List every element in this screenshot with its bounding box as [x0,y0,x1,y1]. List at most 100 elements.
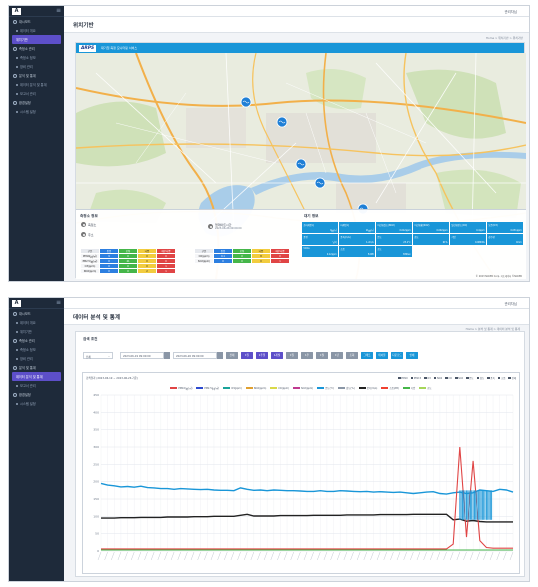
x-tick-label [330,551,334,561]
y-tick-label: 0 [97,549,99,553]
x-tick-label [443,551,447,561]
location-pin-icon [208,224,213,229]
air-info-tile[interactable]: 오존(O3) 0.031ppm [487,222,523,233]
sidebar-item[interactable]: 위치기반 [12,35,61,44]
air-info-tile[interactable]: 풍향 남서 [302,234,338,245]
station-select[interactable]: 전체 ⌄ [83,352,113,359]
sidebar-item[interactable]: 데이터 개요 [9,318,64,327]
tile-label: 일산화탄소(CO) [451,224,468,227]
x-tick-label [297,551,301,561]
user-name[interactable]: 관리자님 [505,9,517,14]
x-tick-label [190,551,195,561]
period-button[interactable]: 그래프 [361,352,373,359]
search-controls: 전체 ⌄ 2023-06-19 09:00:00 2023-06-26 09:0… [83,352,523,359]
air-info-tile[interactable]: 조도 830lux [376,246,412,257]
menu-circle-icon [13,19,17,24]
tile-value: 0.4ppm [476,229,485,233]
sidebar-item[interactable]: 환경설정 [9,390,64,399]
sidebar-item-label: 데이터 개요 [20,29,36,33]
sidebar-item-label: 시스템 설정 [20,110,36,114]
date-to-input[interactable]: 2023-06-26 09:00:00 [173,352,217,359]
sidebar-item[interactable]: 대시보드 [9,309,64,318]
period-button[interactable]: 1일 [241,352,253,359]
sidebar-item[interactable]: 장비 관리 [9,354,64,363]
x-tick-label [496,551,500,561]
sidebar-item[interactable]: 데이터 개요 [9,26,64,35]
sidebar-item[interactable]: 측정소 정보 [9,345,64,354]
sidebar-item[interactable]: 장비 관리 [9,62,64,71]
sidebar-item[interactable]: 시스템 설정 [9,107,64,116]
analysis-card: Home > 분석 및 통계 > 데이터 분석 및 통계 검색 조건 전체 ⌄ … [75,327,525,577]
air-info-title: 대기 정보 [304,214,319,218]
calendar-icon[interactable] [164,352,170,359]
tile-label: 초미세먼지 [303,224,314,227]
air-info-tile[interactable]: 풍속(m/s) 1.2m/s [339,234,375,245]
x-tick-label [151,551,155,561]
sidebar-item[interactable]: 데이터 분석 및 통계 [12,372,61,381]
sidebar-item[interactable]: 시스템 설정 [9,399,64,408]
period-button[interactable]: 전체 [226,352,238,359]
air-info-tile[interactable]: 소음 52dB [339,246,375,257]
app-logo[interactable]: A [12,7,21,15]
app-logo[interactable]: A [12,299,21,307]
x-tick-label [376,551,381,561]
sidebar-item[interactable]: 위치기반 [9,327,64,336]
x-tick-label [410,551,414,561]
air-info-tile[interactable]: 일산화탄소(CO) 0.4ppm [450,222,486,233]
sidebar-item[interactable]: 데이터 분석 및 통계 [9,80,64,89]
user-name[interactable]: 관리자님 [505,301,517,306]
sidebar-item-label: 데이터 분석 및 통계 [20,83,47,87]
sidebar-header: A ≡ [9,6,64,17]
period-button[interactable]: 1주 [301,352,313,359]
air-info-tile[interactable]: 습도 61% [413,234,449,245]
x-tick-label [250,551,254,561]
chevron-down-icon: ⌄ [107,354,110,358]
air-info-tile[interactable]: 미세먼지 11㎍/㎥ [339,222,375,233]
period-button[interactable]: 1주일 [256,352,268,359]
tile-value: 61% [442,241,448,245]
tile-value: 52dB [367,253,374,257]
air-info-tile[interactable]: 이산화질소(NO2) 0.012ppm [376,222,412,233]
sidebar-item[interactable]: 측정소 관리 [9,44,64,53]
sidebar-item[interactable]: 측정소 정보 [9,53,64,62]
period-button[interactable]: 1년 [331,352,343,359]
air-info-tile[interactable]: 초미세먼지 9㎍/㎥ [302,222,338,233]
tile-value: 남서 [332,241,337,245]
address-row[interactable]: 주소 [81,232,94,237]
date-from-input[interactable]: 2023-06-19 09:00:00 [120,352,164,359]
sidebar-item[interactable]: 분석 및 통계 [9,71,64,80]
air-info-tile[interactable]: 강수량 0mm [487,234,523,245]
tile-value: 0.12ppm [326,253,337,257]
air-info-tile[interactable]: 온도 23.1℃ [376,234,412,245]
x-tick-label [396,551,401,561]
sidebar-item-label: 분석 및 통계 [19,366,36,370]
period-button[interactable]: 테이블 [376,352,388,359]
x-tick-label [230,551,235,561]
air-info-tile[interactable]: VOCs 0.12ppm [302,246,338,257]
sidebar-item[interactable]: 환경설정 [9,98,64,107]
period-button[interactable]: 다운로드 [391,352,403,359]
period-button[interactable]: 1월 [316,352,328,359]
sidebar-item[interactable]: 분석 및 통계 [9,363,64,372]
air-info-tile[interactable]: 이산화황(SO2) 0.002ppm [413,222,449,233]
air-info-tile[interactable]: 기압 1008hPa [450,234,486,245]
x-tick-label [423,551,427,561]
menu-toggle-icon[interactable]: ≡ [56,8,61,14]
line-chart[interactable]: 0 50 100 150 200 250 300 350 400 450 [83,373,521,575]
table-cell: 1 [270,258,290,264]
period-button[interactable]: 조회 [346,352,358,359]
sidebar-item[interactable]: 보고서 관리 [9,89,64,98]
sidebar-item[interactable]: 보고서 관리 [9,381,64,390]
table-cell: 2 [137,268,157,274]
menu-toggle-icon[interactable]: ≡ [56,300,61,306]
sidebar-item-label: 분석 및 통계 [19,74,36,78]
calendar-icon[interactable] [217,352,223,359]
station-row[interactable]: 측정소 [81,222,96,227]
period-button[interactable]: 1일 [286,352,298,359]
sidebar-item[interactable]: 대시보드 [9,17,64,26]
sidebar-item[interactable]: 측정소 관리 [9,336,64,345]
row-label: SO2(ppm) [194,258,214,264]
map-card: ARPS 대기질 측정 모니터링 서비스 측정소 정보 측정소 주소 업데이트시… [75,42,527,280]
period-button[interactable]: 인쇄 [406,352,418,359]
period-button[interactable]: 1개월 [271,352,283,359]
